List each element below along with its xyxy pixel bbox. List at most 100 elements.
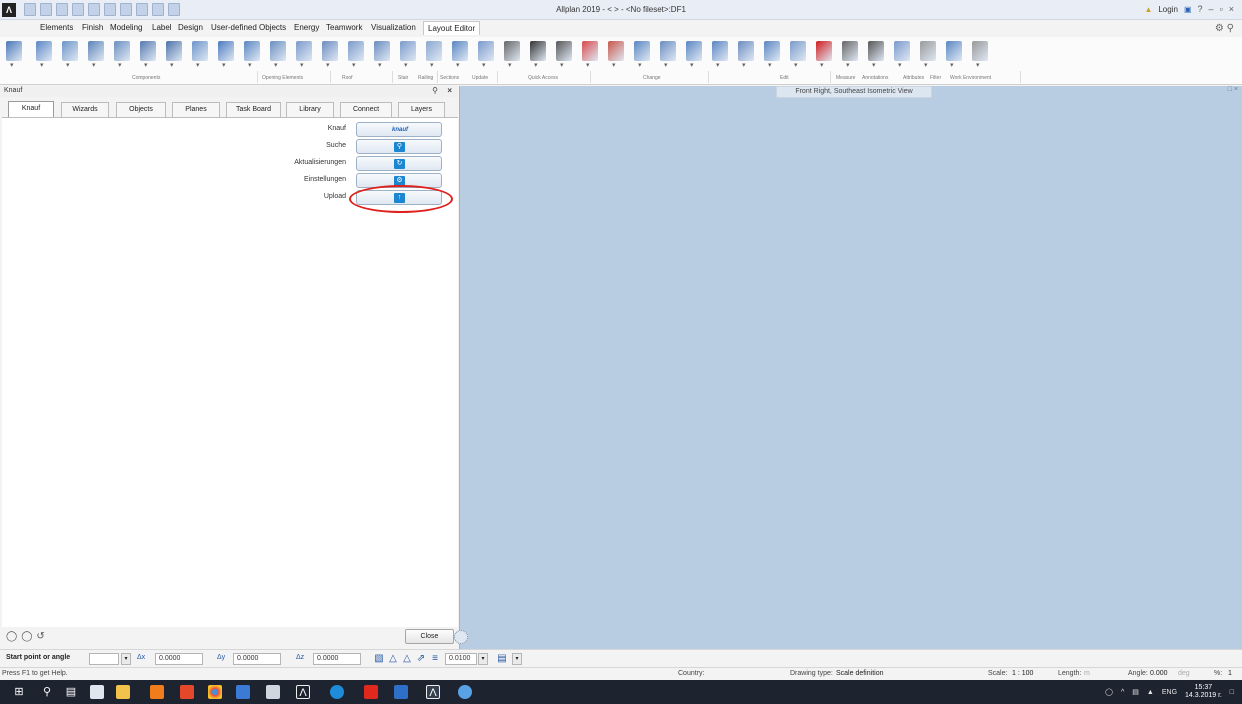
windows-start-icon[interactable]: ⊞ (12, 685, 26, 699)
label-icon[interactable] (868, 41, 884, 69)
track-icon[interactable]: ▤ (496, 652, 508, 665)
search-taskbar-icon[interactable]: ⚲ (40, 685, 54, 699)
close-window-button[interactable]: × (1229, 4, 1234, 14)
mirror-icon[interactable] (738, 41, 754, 69)
dormer-icon[interactable] (348, 41, 364, 69)
wall-icon[interactable] (6, 41, 22, 69)
view-label[interactable]: Front Right, Southeast Isometric View (776, 86, 932, 98)
opening-icon[interactable] (192, 41, 208, 69)
panel-tab-task-board[interactable]: Task Board (226, 102, 281, 118)
knauf-button[interactable]: knauf (356, 122, 442, 137)
angle-dropdown[interactable]: ▾ (121, 653, 131, 665)
tab-visualization[interactable]: Visualization (371, 23, 416, 32)
tolerance-input[interactable]: 0.0100 (445, 653, 477, 665)
tab-teamwork[interactable]: Teamwork (326, 23, 362, 32)
pin-icon[interactable]: ⚲ (432, 86, 438, 95)
tab-layout-editor[interactable]: Layout Editor (423, 21, 481, 35)
tab-modeling[interactable]: Modeling (110, 23, 142, 32)
app-blue2-icon[interactable] (394, 685, 408, 699)
move-icon[interactable] (712, 41, 728, 69)
minimize-button[interactable]: – (1209, 4, 1214, 14)
measure-icon[interactable] (842, 41, 858, 69)
skylight-icon[interactable] (374, 41, 390, 69)
filter-icon[interactable] (920, 41, 936, 69)
close-panel-icon[interactable]: × (447, 86, 452, 95)
allplan-active-taskbar-icon[interactable]: Λ (426, 685, 440, 699)
tab-user-defined-objects[interactable]: User-defined Objects (211, 23, 286, 32)
allplan-taskbar-icon[interactable]: Λ (296, 685, 310, 699)
panel-tab-library[interactable]: Library (286, 102, 334, 118)
tab-design[interactable]: Design (178, 23, 203, 32)
drawing-type-value[interactable]: Scale definition (836, 670, 883, 677)
office-icon[interactable] (180, 685, 194, 699)
angle-value[interactable]: 0.000 (1150, 670, 1168, 677)
column-icon[interactable] (62, 41, 78, 69)
dz-input[interactable]: 0.0000 (313, 653, 361, 665)
show-hidden-icon[interactable]: ^ (1121, 689, 1124, 696)
chrome-icon[interactable] (208, 685, 222, 699)
angle-input[interactable] (89, 653, 119, 665)
people-icon[interactable]: ◯ (1105, 688, 1113, 696)
user-icon[interactable]: ▲ (1144, 5, 1152, 14)
door-icon[interactable] (270, 41, 286, 69)
smartpart-icon[interactable] (218, 41, 234, 69)
railing-icon[interactable] (426, 41, 442, 69)
midpoint-icon[interactable]: △ (401, 652, 413, 665)
trim-icon[interactable] (764, 41, 780, 69)
panel-tab-objects[interactable]: Objects (116, 102, 166, 118)
copy-icon[interactable] (634, 41, 650, 69)
line-icon[interactable] (504, 41, 520, 69)
direction-icon[interactable]: ⇗ (415, 652, 427, 665)
tolerance-dropdown[interactable]: ▾ (478, 653, 488, 665)
stretch-icon[interactable] (608, 41, 624, 69)
offset-icon[interactable] (790, 41, 806, 69)
fixture-icon[interactable] (244, 41, 260, 69)
file-explorer-icon[interactable] (116, 685, 130, 699)
beam-icon[interactable] (114, 41, 130, 69)
modify-icon[interactable] (582, 41, 598, 69)
search-button[interactable]: ⚲ (356, 139, 442, 154)
percent-value[interactable]: 1 (1228, 670, 1232, 677)
window-app-icon[interactable] (266, 685, 280, 699)
login-link[interactable]: Login (1158, 5, 1178, 14)
panel-tab-layers[interactable]: Layers (398, 102, 445, 118)
network-icon[interactable]: ▤ (1132, 688, 1139, 696)
updates-button[interactable]: ↻ (356, 156, 442, 171)
tab-finish[interactable]: Finish (82, 23, 103, 32)
tolerance-icon[interactable]: ≡ (429, 652, 441, 665)
attribute-icon[interactable] (894, 41, 910, 69)
panel-tab-connect[interactable]: Connect (340, 102, 392, 118)
roof-icon[interactable] (322, 41, 338, 69)
section-icon[interactable] (452, 41, 468, 69)
environment-icon[interactable] (946, 41, 962, 69)
language-indicator[interactable]: ENG (1162, 689, 1177, 696)
update-icon[interactable] (478, 41, 494, 69)
upstand-icon[interactable] (88, 41, 104, 69)
reset-icon[interactable]: ↺ (36, 631, 44, 642)
view-window-controls-icon[interactable]: □ × (1228, 86, 1238, 93)
drawing-viewport[interactable]: Front Right, Southeast Isometric View □ … (454, 86, 1242, 649)
task-view-icon[interactable]: ▤ (64, 685, 78, 699)
mail-icon[interactable] (90, 685, 104, 699)
maximize-button[interactable]: ▫ (1220, 4, 1223, 14)
text-icon[interactable] (530, 41, 546, 69)
length-unit[interactable]: m (1084, 670, 1090, 677)
slab-icon[interactable] (36, 41, 52, 69)
volume-icon[interactable]: ▲ (1147, 689, 1154, 696)
close-button[interactable]: Close (405, 629, 454, 644)
app-blue-icon[interactable] (236, 685, 250, 699)
stair-tool-icon[interactable] (400, 41, 416, 69)
window-icon[interactable] (140, 41, 156, 69)
tab-elements[interactable]: Elements (40, 23, 73, 32)
help-icon[interactable]: ? (1198, 4, 1203, 14)
curve-icon[interactable] (660, 41, 676, 69)
grid-icon[interactable] (296, 41, 312, 69)
panel-tab-wizards[interactable]: Wizards (61, 102, 109, 118)
join-icon[interactable] (686, 41, 702, 69)
notifications-icon[interactable]: □ (1230, 689, 1234, 696)
export-icon[interactable]: ◯ (21, 631, 32, 642)
cart-icon[interactable]: ▣ (1184, 5, 1192, 14)
tab-label[interactable]: Label (152, 23, 172, 32)
track-dropdown[interactable]: ▾ (512, 653, 522, 665)
point-snap-icon[interactable]: ▧ (373, 652, 385, 665)
